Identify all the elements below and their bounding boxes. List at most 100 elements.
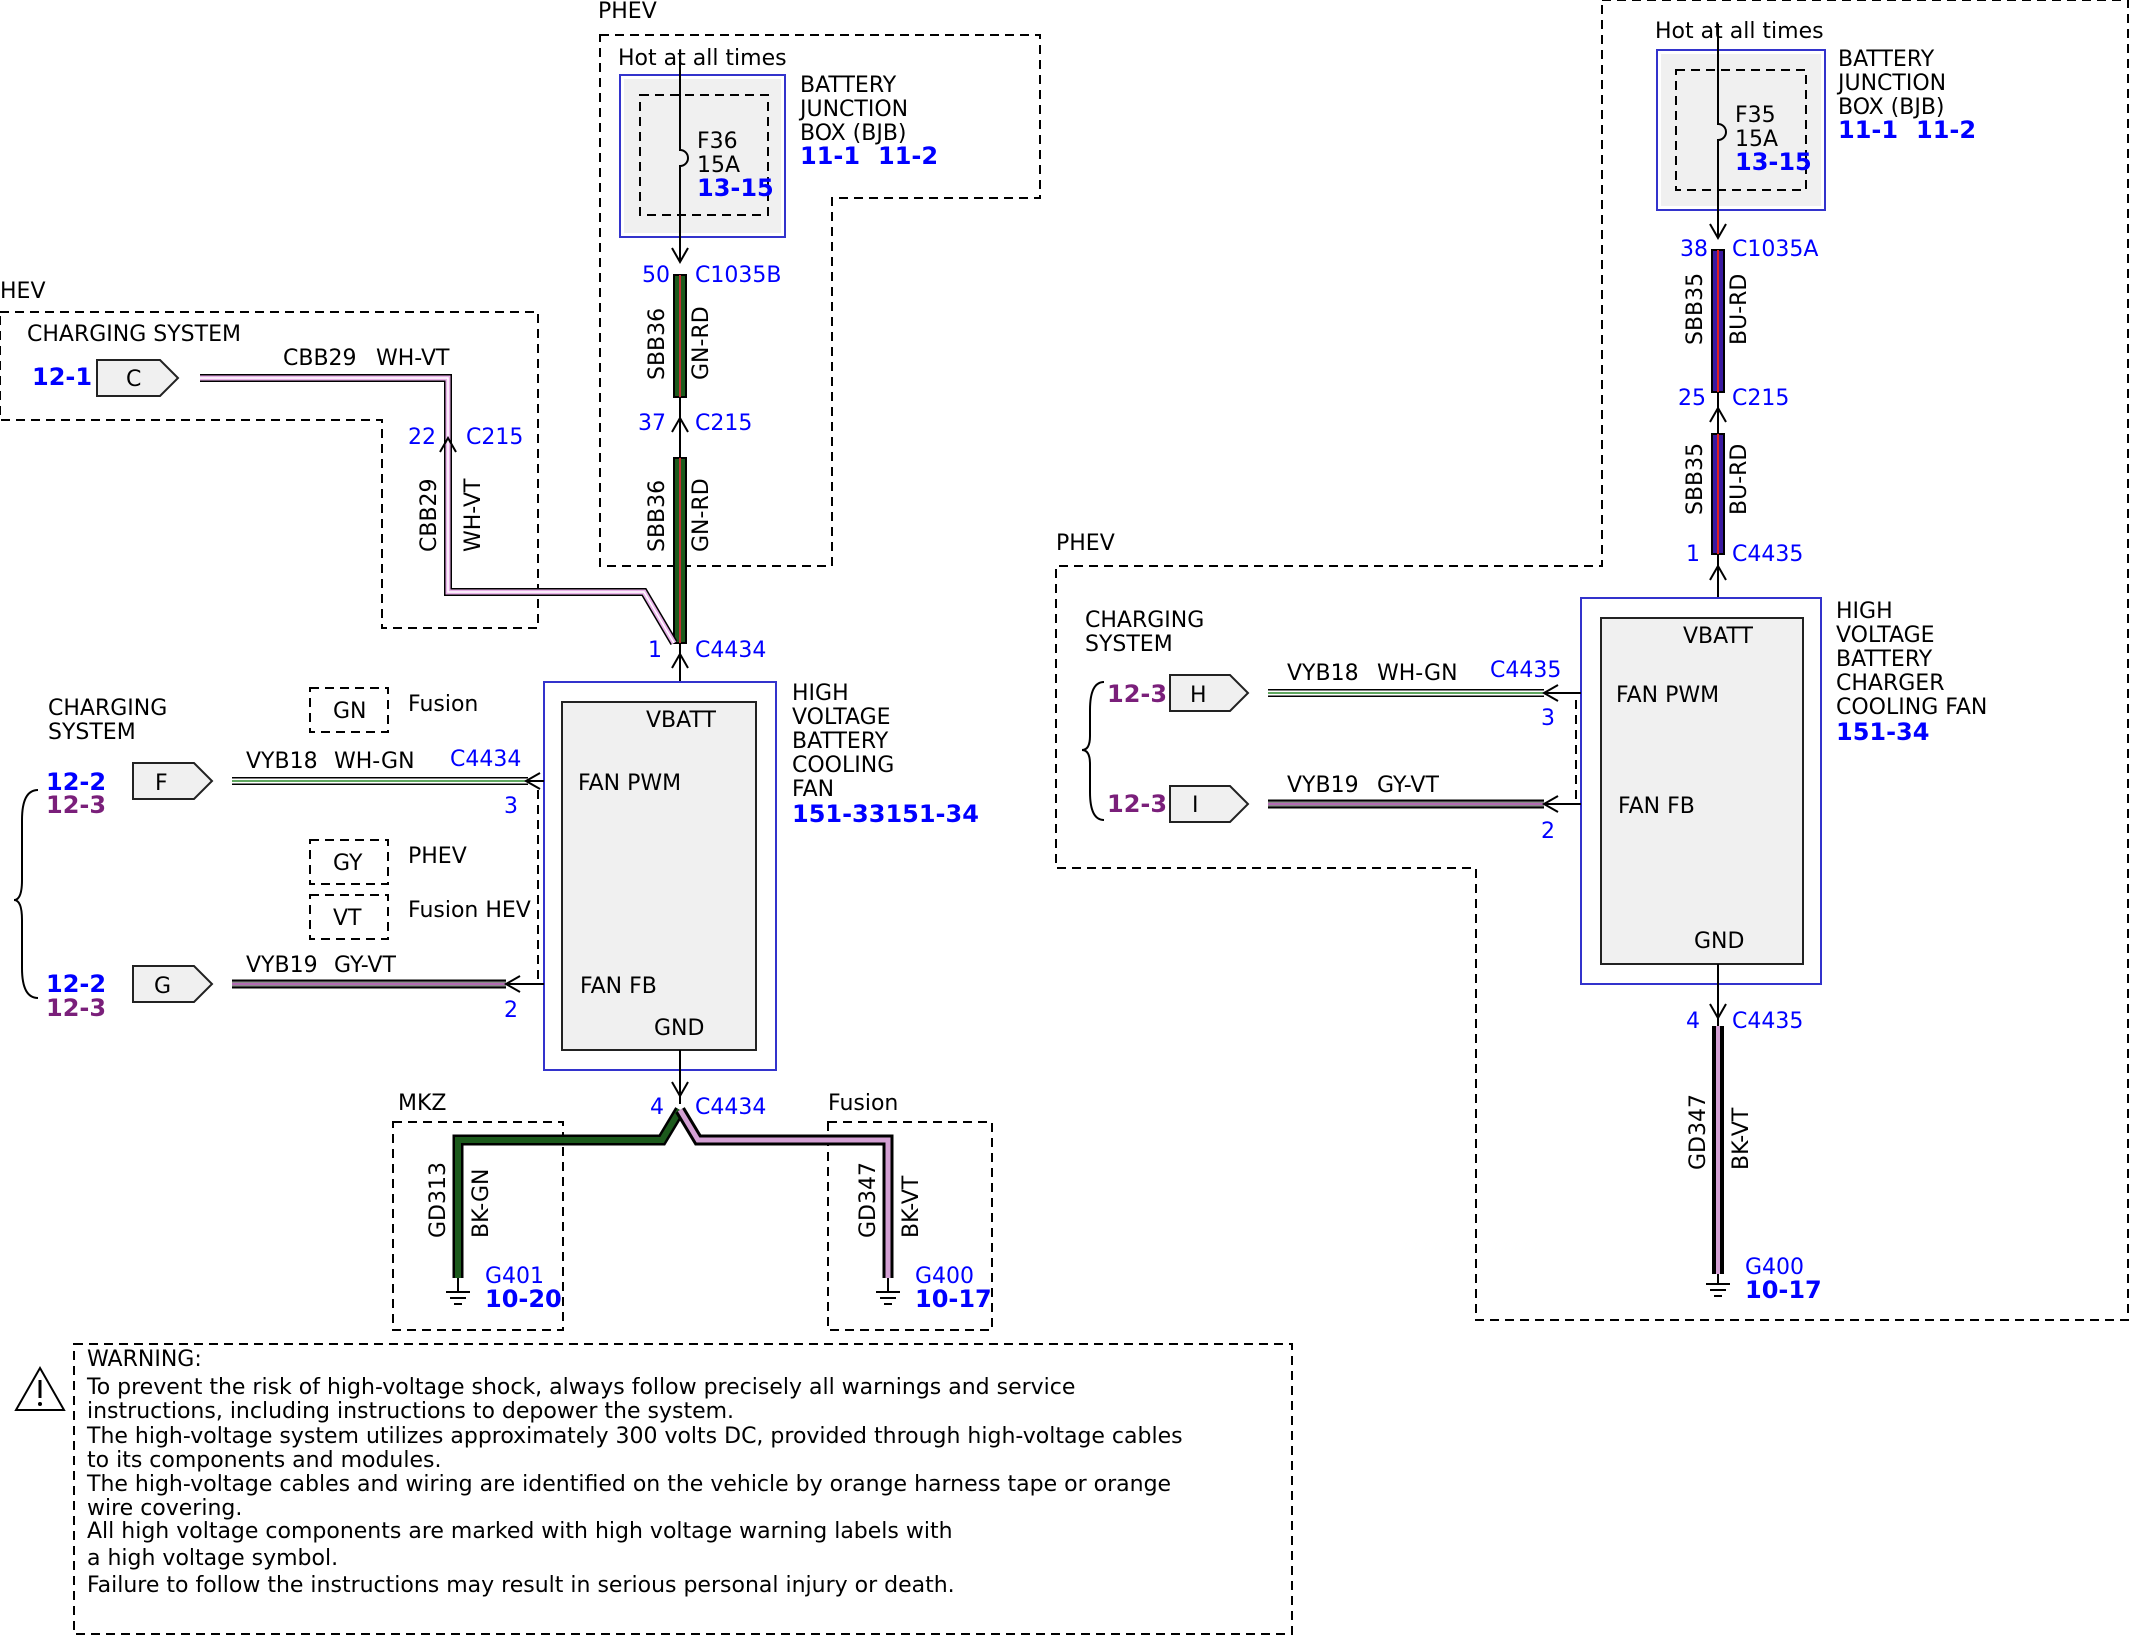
- fan-right-vbatt: VBATT: [1683, 624, 1754, 649]
- bjb-right-l2: JUNCTION: [1836, 71, 1946, 96]
- ref-12-1: 12-1: [32, 363, 92, 391]
- bjb-left-l1: BATTERY: [800, 73, 897, 98]
- gyvt-label-right: GY-VT: [1377, 773, 1439, 798]
- fan-left-fb: FAN FB: [580, 974, 657, 999]
- legend-vt-code: VT: [333, 906, 362, 931]
- vyb19-label-right: VYB19: [1287, 773, 1359, 798]
- burd-label-2: BU-RD: [1727, 444, 1752, 515]
- hot-label-left: Hot at all times: [618, 46, 787, 71]
- connector-c4434-pwm: C4434: [450, 747, 521, 772]
- fan-left-l5: FAN: [792, 777, 834, 802]
- fan-right-l4: CHARGER: [1836, 671, 1944, 696]
- whvt-label-v: WH-VT: [461, 478, 486, 552]
- ground-g400-left-icon: [876, 1291, 900, 1305]
- bjb-right-ref1: 11-1: [1838, 116, 1898, 144]
- ground-g400-right-icon: [1706, 1283, 1730, 1297]
- connector-c-label: C: [126, 367, 141, 392]
- legend-gn-code: GN: [333, 699, 367, 724]
- warning-line: instructions, including instructions to …: [87, 1399, 734, 1424]
- vyb18-label-right: VYB18: [1287, 661, 1359, 686]
- fan-right-l5: COOLING FAN: [1836, 695, 1987, 720]
- ref-10-20: 10-20: [485, 1285, 562, 1313]
- ref-12-3-right-b: 12-3: [1107, 790, 1167, 818]
- connector-c1035b: C1035B: [695, 263, 781, 288]
- bkvt-label-left: BK-VT: [899, 1175, 924, 1238]
- connector-f-label: F: [155, 771, 168, 796]
- ground-g401-icon: [446, 1291, 470, 1305]
- gd347-label-right: GD347: [1686, 1094, 1711, 1170]
- fan-right-l2: VOLTAGE: [1836, 623, 1935, 648]
- ref-10-17-left: 10-17: [915, 1285, 992, 1313]
- connector-i-label: I: [1192, 793, 1199, 818]
- bjb-left-l2: JUNCTION: [798, 97, 908, 122]
- fan-right-pwm: FAN PWM: [1616, 683, 1719, 708]
- pin-1-left: 1: [648, 638, 662, 663]
- brace-right: [1081, 681, 1105, 821]
- bjb-right-ref2: 11-2: [1916, 116, 1976, 144]
- fan-right-fb: FAN FB: [1618, 794, 1695, 819]
- gnrd-label-1: GN-RD: [689, 306, 714, 380]
- pin-2-right: 2: [1541, 819, 1555, 844]
- connector-h: [1169, 674, 1250, 712]
- pin-25: 25: [1678, 386, 1706, 411]
- fan-left-pwm: FAN PWM: [578, 771, 681, 796]
- fan-left-l4: COOLING: [792, 753, 894, 778]
- fan-left-gnd: GND: [654, 1016, 704, 1041]
- cbb29-label-h: CBB29: [283, 346, 357, 371]
- legend-gn-label: Fusion: [408, 692, 478, 717]
- fan-left-vbatt: VBATT: [646, 708, 717, 733]
- warning-line: a high voltage symbol.: [87, 1546, 338, 1571]
- phev-label-left: PHEV: [598, 0, 657, 24]
- pin-37: 37: [638, 411, 666, 436]
- hev-region: [0, 311, 539, 629]
- sbb36-label-1: SBB36: [645, 308, 670, 380]
- warning-line: to its components and modules.: [87, 1448, 441, 1473]
- sbb35-label-2: SBB35: [1683, 443, 1708, 515]
- ref-12-3-b: 12-3: [46, 994, 106, 1022]
- legend-gy-code: GY: [333, 851, 363, 876]
- sbb35-label-1: SBB35: [1683, 273, 1708, 345]
- warning-line: wire covering.: [87, 1496, 242, 1521]
- fan-left-l2: VOLTAGE: [792, 705, 891, 730]
- cbb29-label-v: CBB29: [417, 478, 442, 552]
- gyvt-label-left: GY-VT: [334, 953, 396, 978]
- vyb18-label-left: VYB18: [246, 749, 318, 774]
- connector-c4435-pwm: C4435: [1490, 658, 1561, 683]
- legend-vt-label: Fusion HEV: [408, 898, 531, 923]
- fan-module-right-inner: [1600, 617, 1804, 965]
- warning-line: To prevent the risk of high-voltage shoc…: [86, 1375, 1075, 1400]
- wiring-diagram: PHEV Hot at all times F36 15A 13-15 BATT…: [0, 0, 2129, 1635]
- burd-label-1: BU-RD: [1727, 274, 1752, 345]
- bkvt-label-right: BK-VT: [1729, 1107, 1754, 1170]
- fan-right-ref: 151-34: [1836, 718, 1929, 746]
- pin-4-left: 4: [650, 1095, 664, 1120]
- pin-4-right: 4: [1686, 1009, 1700, 1034]
- pin-22: 22: [408, 425, 436, 450]
- fan-right-l3: BATTERY: [1836, 647, 1933, 672]
- pin-3-left: 3: [504, 794, 518, 819]
- gnrd-label-2: GN-RD: [689, 478, 714, 552]
- ref-10-17-right: 10-17: [1745, 1276, 1822, 1304]
- warning-line: Failure to follow the instructions may r…: [87, 1573, 955, 1598]
- sbb36-label-2: SBB36: [645, 480, 670, 552]
- connector-h-label: H: [1190, 683, 1207, 708]
- connector-c4435-top: C4435: [1732, 542, 1803, 567]
- fuse-f35-id: F35: [1735, 103, 1776, 128]
- fusion-label: Fusion: [828, 1091, 898, 1116]
- connector-f: [132, 762, 214, 800]
- ref-12-3-right-a: 12-3: [1107, 680, 1167, 708]
- connector-g-label: G: [154, 974, 171, 999]
- charging-system-hev: CHARGING SYSTEM: [27, 322, 241, 347]
- pin-2-left: 2: [504, 998, 518, 1023]
- bjb-left-ref2: 11-2: [878, 142, 938, 170]
- whgn-label-right: WH-GN: [1377, 661, 1458, 686]
- fan-left-ref: 151-33151-34: [792, 800, 979, 828]
- connector-i: [1169, 785, 1250, 823]
- gd313-label: GD313: [426, 1162, 451, 1238]
- connector-g: [132, 965, 214, 1003]
- warning-icon: [14, 1365, 66, 1411]
- cs-right-l2: SYSTEM: [1085, 632, 1173, 657]
- fuse-f35-ref: 13-15: [1735, 148, 1812, 176]
- connector-c1035a: C1035A: [1732, 237, 1818, 262]
- fuse-f36-ref: 13-15: [697, 174, 774, 202]
